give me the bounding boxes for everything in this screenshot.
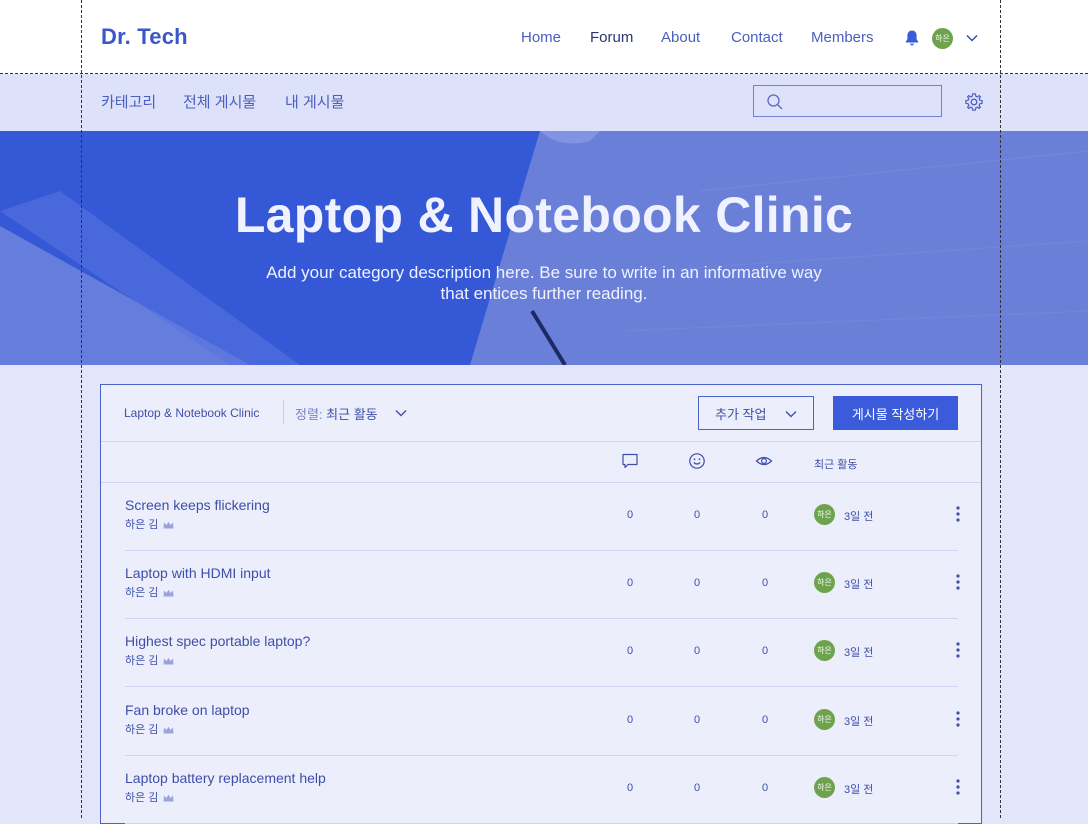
comment-count: 0 [626,645,634,657]
category-description: Add your category description here. Be s… [224,262,864,304]
view-icon [755,456,773,466]
more-actions-button[interactable]: 추가 작업 [698,396,814,430]
last-activity-avatar[interactable]: 하은 [814,572,835,593]
post-title[interactable]: Highest spec portable laptop? [125,633,310,649]
breadcrumb-divider [283,400,284,424]
category-title: Laptop & Notebook Clinic [234,187,854,243]
category-description-line1: Add your category description here. Be s… [266,263,822,282]
more-actions-label: 추가 작업 [715,406,767,422]
breadcrumb[interactable]: Laptop & Notebook Clinic [124,406,259,420]
sort-value: 최근 활동 [326,407,378,422]
comment-icon [622,453,638,469]
recent-activity-header: 최근 활동 [814,459,858,471]
more-options-icon[interactable] [954,504,962,524]
category-hero: Laptop & Notebook Clinic Add your catego… [0,131,1088,365]
posts-panel: Laptop & Notebook Clinic 정렬: 최근 활동 추가 작업… [100,384,982,824]
layout-guide [0,73,1088,74]
user-avatar[interactable]: 하은 [932,28,953,49]
post-title[interactable]: Fan broke on laptop [125,702,250,718]
category-description-line2: that entices further reading. [440,284,648,303]
comment-count: 0 [626,782,634,794]
subnav-categories[interactable]: 카테고리 [101,91,156,112]
post-author[interactable]: 하은 김 [125,652,174,668]
post-author[interactable]: 하은 김 [125,584,174,600]
like-count: 0 [693,714,701,726]
nav-forum[interactable]: Forum [590,29,633,46]
post-row[interactable]: Laptop battery replacement help 하은 김 0 0 0 하은… [101,756,981,824]
more-options-icon[interactable] [954,709,962,729]
crown-icon [163,521,174,529]
post-row[interactable]: Highest spec portable laptop? 하은 김 0 0 0 하은 3일… [101,619,981,687]
crown-icon [163,794,174,802]
post-title[interactable]: Laptop with HDMI input [125,565,271,581]
last-activity-avatar[interactable]: 하은 [814,709,835,730]
chevron-down-icon[interactable] [395,407,407,419]
post-author-name: 하은 김 [125,655,159,667]
sort-dropdown[interactable]: 정렬: 최근 활동 [295,404,378,423]
last-activity-avatar[interactable]: 하은 [814,640,835,661]
last-activity-avatar[interactable]: 하은 [814,504,835,525]
layout-guide [1000,0,1001,818]
chevron-down-icon [785,411,797,418]
more-options-icon[interactable] [954,572,962,592]
last-activity-time: 3일 전 [844,647,874,659]
post-title[interactable]: Laptop battery replacement help [125,770,326,786]
like-icon [689,453,705,469]
nav-members[interactable]: Members [811,29,874,46]
row-divider [125,686,958,687]
crown-icon [163,657,174,665]
create-post-button[interactable]: 게시물 작성하기 [833,396,958,430]
crown-icon [163,726,174,734]
site-header: Dr. Tech Home Forum About Contact Member… [0,0,1088,74]
post-author-name: 하은 김 [125,519,159,531]
search-box[interactable] [753,85,942,117]
view-count: 0 [761,645,769,657]
post-author[interactable]: 하은 김 [125,516,174,532]
layout-guide [81,0,82,818]
comment-count: 0 [626,509,634,521]
bell-icon[interactable] [903,29,921,47]
comment-count: 0 [626,714,634,726]
nav-home[interactable]: Home [521,29,561,46]
view-count: 0 [761,509,769,521]
crown-icon [163,589,174,597]
post-author[interactable]: 하은 김 [125,721,174,737]
more-options-icon[interactable] [954,640,962,660]
view-count: 0 [761,577,769,589]
search-input[interactable] [788,90,937,114]
comment-count: 0 [626,577,634,589]
subnav-my-posts[interactable]: 내 게시물 [285,91,344,112]
more-options-icon[interactable] [954,777,962,797]
last-activity-time: 3일 전 [844,784,874,796]
like-count: 0 [693,509,701,521]
last-activity-time: 3일 전 [844,579,874,591]
view-count: 0 [761,782,769,794]
last-activity-avatar[interactable]: 하은 [814,777,835,798]
sort-label: 정렬: [295,407,323,422]
like-count: 0 [693,782,701,794]
post-author[interactable]: 하은 김 [125,789,174,805]
last-activity-time: 3일 전 [844,511,874,523]
view-count: 0 [761,714,769,726]
subnav-all-posts[interactable]: 전체 게시물 [183,91,256,112]
search-icon [767,94,783,110]
post-author-name: 하은 김 [125,587,159,599]
nav-about[interactable]: About [661,29,700,46]
divider [101,441,981,442]
hero-background-image [0,131,1088,365]
chevron-down-icon[interactable] [965,31,979,45]
nav-contact[interactable]: Contact [731,29,783,46]
post-row[interactable]: Screen keeps flickering 하은 김 0 0 0 하은 3일 전 [101,483,981,551]
post-author-name: 하은 김 [125,792,159,804]
like-count: 0 [693,645,701,657]
like-count: 0 [693,577,701,589]
site-logo[interactable]: Dr. Tech [101,24,188,50]
gear-icon[interactable] [964,92,984,112]
post-author-name: 하은 김 [125,724,159,736]
post-title[interactable]: Screen keeps flickering [125,497,270,513]
post-row[interactable]: Fan broke on laptop 하은 김 0 0 0 하은 3일 전 [101,688,981,756]
last-activity-time: 3일 전 [844,716,874,728]
post-row[interactable]: Laptop with HDMI input 하은 김 0 0 0 하은 3일 전 [101,551,981,619]
